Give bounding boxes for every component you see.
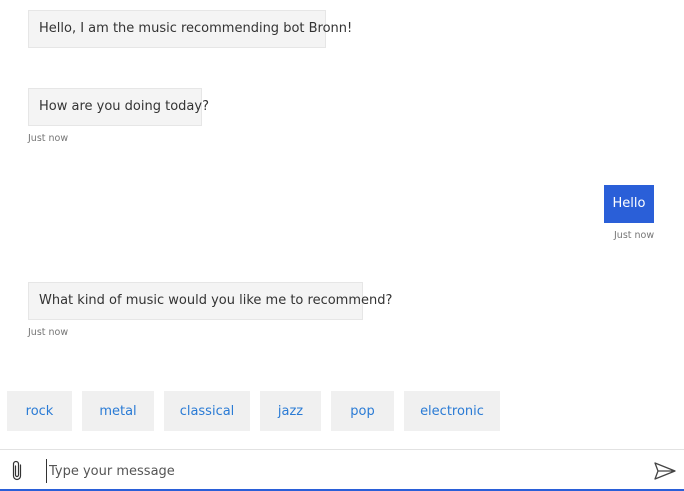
bot-message-bubble: Hello, I am the music recommending bot B… [28,10,352,48]
suggestion-electronic-button[interactable]: electronic [404,391,500,431]
suggestion-metal-button[interactable]: metal [82,391,154,431]
suggestion-rock-button[interactable]: rock [7,391,72,431]
suggestion-jazz-button[interactable]: jazz [260,391,321,431]
bot-message-bubble: How are you doing today? [28,88,209,126]
send-icon [654,462,676,480]
message-text: Hello, I am the music recommending bot B… [39,21,353,36]
message-input[interactable] [46,459,629,483]
message-input-bar [0,449,684,491]
paperclip-icon [12,460,22,481]
message-timestamp: Just now [28,133,69,144]
chat-window: Hello, I am the music recommending bot B… [0,0,684,491]
suggested-actions: rock metal classical jazz pop electronic [7,391,500,431]
bot-message-bubble: What kind of music would you like me to … [28,282,392,320]
attach-button[interactable] [6,458,28,484]
message-text: Hello [612,196,646,211]
suggestion-pop-button[interactable]: pop [331,391,394,431]
message-text: What kind of music would you like me to … [39,293,393,308]
message-text: How are you doing today? [39,99,209,114]
suggestion-classical-button[interactable]: classical [164,391,250,431]
user-message-bubble: Hello [604,185,654,223]
message-timestamp: Just now [614,230,655,241]
send-button[interactable] [652,459,678,483]
message-timestamp: Just now [28,327,69,338]
